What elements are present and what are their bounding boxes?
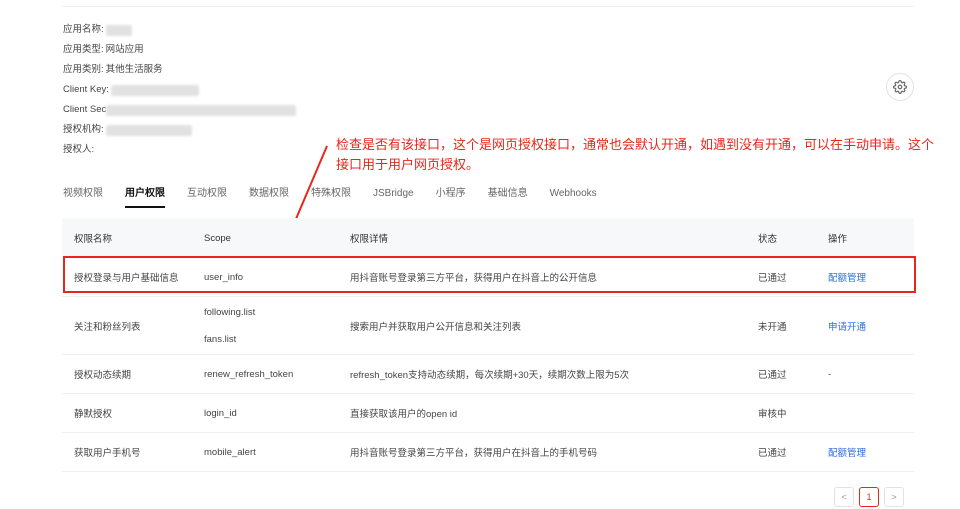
next-page-button[interactable]: > [884, 487, 904, 507]
app-category-value: 其他生活服务 [105, 64, 163, 75]
annotation-note: 检查是否有该接口，这个是网页授权接口，通常也会默认开通，如遇到没有开通，可以在手… [336, 138, 935, 173]
prev-page-button[interactable]: < [834, 487, 854, 507]
header-status: 状态 [758, 234, 778, 245]
table-header: 权限名称 Scope 权限详情 状态 操作 [62, 218, 914, 258]
app-name-row: 应用名称: [63, 20, 296, 40]
tab-jsbridge[interactable]: JSBridge [373, 186, 414, 208]
table-row: 静默授权 login_id 直接获取该用户的open id 审核中 [62, 394, 914, 433]
action-placeholder: - [828, 368, 832, 380]
header-permission-detail: 权限详情 [350, 234, 389, 245]
client-key-label: Client Key: [63, 84, 109, 95]
client-key-row: Client Key: [63, 80, 296, 100]
scope-value: user_info [204, 271, 244, 283]
app-category-row: 应用类别: 其他生活服务 [63, 60, 296, 80]
header-scope: Scope [204, 232, 231, 244]
tab-data-permission[interactable]: 数据权限 [249, 186, 289, 208]
settings-button[interactable] [886, 73, 914, 101]
permission-tabs: 视频权限 用户权限 互动权限 数据权限 特殊权限 JSBridge 小程序 基础… [63, 186, 619, 208]
redacted-client-key [110, 84, 199, 96]
table-row: 获取用户手机号 mobile_alert 用抖音账号登录第三方平台，获得用户在抖… [62, 433, 914, 472]
scope-list: following.list fans.list [204, 307, 350, 345]
permission-detail: 用抖音账号登录第三方平台，获得用户在抖音上的手机号码 [350, 448, 598, 459]
client-secret-row: Client Sec [63, 100, 297, 120]
apply-open-link[interactable]: 申请开通 [828, 322, 866, 333]
app-type-label: 应用类型: [63, 44, 104, 55]
permission-detail: 搜索用户并获取用户公开信息和关注列表 [350, 321, 522, 333]
header-permission-name: 权限名称 [74, 234, 113, 245]
permission-detail: 直接获取该用户的open id [350, 409, 458, 420]
scope-value: login_id [204, 407, 237, 419]
app-type-value: 网站应用 [105, 44, 144, 55]
authorizer-label: 授权人: [63, 144, 95, 155]
redacted-auth-org [105, 124, 192, 136]
scope-value: fans.list [204, 333, 237, 345]
status-text: 已通过 [758, 448, 787, 459]
tab-user-permission[interactable]: 用户权限 [125, 186, 165, 208]
redacted-app-name [105, 24, 132, 36]
permission-name: 关注和粉丝列表 [74, 321, 141, 333]
page-1-button[interactable]: 1 [859, 487, 879, 507]
permission-detail: refresh_token支持动态续期，每次续期+30天，续期次数上限为5次 [350, 370, 629, 381]
redacted-client-secret [106, 104, 297, 116]
status-text: 未开通 [758, 321, 787, 333]
status-text: 审核中 [758, 409, 787, 420]
client-secret-label: Client Sec [63, 104, 107, 115]
auth-org-row: 授权机构: [63, 120, 296, 140]
permission-name: 获取用户手机号 [74, 448, 141, 459]
tab-basic-info[interactable]: 基础信息 [488, 186, 528, 208]
gear-icon [893, 80, 907, 94]
status-text: 已通过 [758, 273, 787, 284]
app-name-label: 应用名称: [63, 24, 104, 35]
app-info-panel: 应用名称: 应用类型: 网站应用 应用类别: 其他生活服务 Client Key… [63, 20, 297, 160]
scope-value: mobile_alert [204, 446, 256, 458]
app-category-label: 应用类别: [63, 64, 104, 75]
tab-video-permission[interactable]: 视频权限 [63, 186, 103, 208]
tab-interaction-permission[interactable]: 互动权限 [187, 186, 227, 208]
tab-special-permission[interactable]: 特殊权限 [311, 186, 351, 208]
app-type-row: 应用类型: 网站应用 [63, 40, 296, 60]
header-action: 操作 [828, 234, 848, 245]
status-text: 已通过 [758, 370, 787, 381]
permission-name: 授权动态续期 [74, 370, 132, 381]
table-row: 授权登录与用户基础信息 user_info 用抖音账号登录第三方平台，获得用户在… [62, 258, 914, 297]
permissions-table: 权限名称 Scope 权限详情 状态 操作 授权登录与用户基础信息 user_i… [62, 218, 914, 472]
scope-value: following.list [204, 306, 256, 318]
permission-detail: 用抖音账号登录第三方平台，获得用户在抖音上的公开信息 [350, 273, 598, 284]
top-divider [62, 6, 914, 7]
quota-manage-link[interactable]: 配额管理 [828, 273, 866, 284]
tab-webhooks[interactable]: Webhooks [550, 186, 597, 208]
authorizer-row: 授权人: [63, 140, 296, 160]
scope-value: renew_refresh_token [204, 368, 294, 380]
table-row: 关注和粉丝列表 following.list fans.list 搜索用户并获取… [62, 297, 914, 355]
table-row: 授权动态续期 renew_refresh_token refresh_token… [62, 355, 914, 394]
pagination: < 1 > [834, 487, 904, 507]
auth-org-label: 授权机构: [63, 124, 104, 135]
permission-name: 静默授权 [74, 409, 113, 420]
permission-name: 授权登录与用户基础信息 [74, 273, 179, 284]
quota-manage-link[interactable]: 配额管理 [828, 448, 866, 459]
tab-mini-program[interactable]: 小程序 [436, 186, 466, 208]
